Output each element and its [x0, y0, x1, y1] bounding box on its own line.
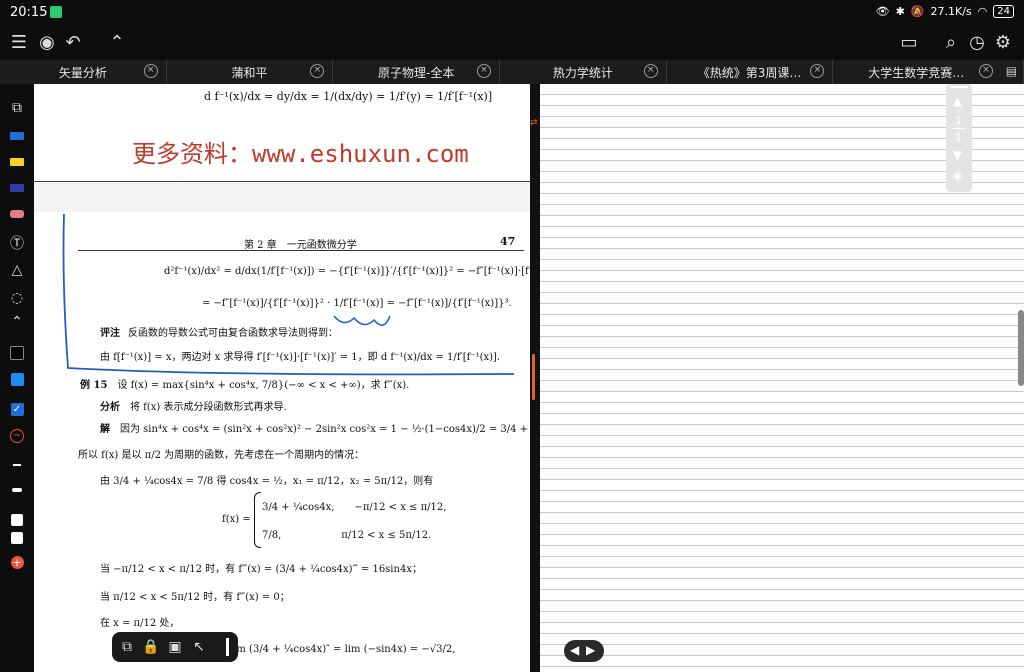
color-white-swatch[interactable]	[7, 512, 27, 532]
close-icon[interactable]: ×	[143, 64, 158, 78]
chevron-up-icon[interactable]: ⌃	[7, 312, 27, 332]
page-down-icon[interactable]: ▼	[953, 148, 962, 162]
close-icon[interactable]: ×	[643, 64, 658, 78]
color-black-swatch[interactable]	[7, 346, 27, 366]
page-navigator: ▲ 1 1 ▼ ◈	[946, 84, 972, 192]
shapes-icon[interactable]: △	[7, 260, 27, 280]
wechat-icon	[50, 6, 62, 18]
current-page: 1	[955, 114, 962, 127]
gear-icon[interactable]: ⚙	[992, 32, 1014, 54]
tab-label: 《热统》第3周课…	[697, 65, 802, 80]
page-up-icon[interactable]: ▲	[953, 94, 962, 108]
tab-label: 蒲和平	[231, 65, 268, 80]
app-toolbar: ☰ ◉ ↶ ⌃ ▭ ⌕ ◷ ⚙	[0, 26, 1024, 60]
drag-handle[interactable]	[226, 638, 229, 656]
text-tool-icon[interactable]: Ⓣ	[7, 234, 27, 254]
undo-icon[interactable]: ↶	[62, 32, 84, 54]
chevron-up-icon[interactable]: ⌃	[106, 32, 128, 54]
thick-line-icon[interactable]	[7, 478, 27, 498]
tab-label: 矢量分析	[58, 65, 107, 80]
thickness-minus-icon[interactable]: −	[7, 424, 27, 444]
highlighter-yellow-icon[interactable]	[7, 152, 27, 172]
lock-icon[interactable]: 🔒	[140, 636, 162, 658]
battery-indicator: 24	[993, 5, 1014, 18]
close-icon[interactable]: ×	[810, 64, 825, 78]
page-icon[interactable]: ▭	[898, 32, 920, 54]
network-speed: 27.1K/s	[930, 5, 972, 18]
tab-thermo-week3[interactable]: 《热统》第3周课… ×	[667, 60, 834, 84]
wifi-icon: ◠	[977, 5, 988, 18]
tool-rail: ⧉ Ⓣ △ ◌ ⌃ ✓ − +	[0, 84, 34, 672]
tab-list-icon[interactable]: ▤	[1006, 64, 1017, 78]
save-icon[interactable]: ▣	[164, 636, 186, 658]
color-white2-swatch[interactable]	[7, 530, 27, 550]
page-flip-control: ◀ ▶	[564, 640, 604, 662]
ink-squiggle-stroke	[333, 315, 391, 326]
status-right: 👁 ✱ 🔕 27.1K/s ◠ 24	[876, 5, 1014, 18]
prev-page-icon[interactable]: ◀	[570, 643, 579, 657]
layout-icon[interactable]: ⧉	[116, 636, 138, 658]
bluetooth-icon: ✱	[895, 5, 905, 18]
pen-darkblue-icon[interactable]	[7, 178, 27, 198]
tab-label: 大学生数学竞赛…	[868, 65, 965, 80]
swap-icon[interactable]: ⇄	[530, 118, 538, 128]
color-selected-swatch[interactable]: ✓	[7, 398, 27, 418]
split-divider[interactable]: ⇄	[530, 84, 540, 672]
edge-handle[interactable]	[1018, 310, 1024, 386]
tab-thermo-stat[interactable]: 热力学统计 ×	[500, 60, 667, 84]
pointer-icon[interactable]: ↖	[188, 636, 210, 658]
layers-icon[interactable]: ◈	[952, 168, 963, 184]
tab-label: 原子物理-全本	[378, 65, 455, 80]
pen-blue-icon[interactable]	[7, 126, 27, 146]
top-bar	[950, 86, 968, 88]
tab-atomic-physics[interactable]: 原子物理-全本 ×	[333, 60, 501, 84]
pdf-page: d f⁻¹(x)/dx = dy/dx = 1/(dx/dy) = 1/f′(y…	[34, 84, 530, 672]
divider-handle[interactable]	[532, 354, 535, 400]
eraser-icon[interactable]	[7, 204, 27, 224]
tab-puheping[interactable]: 蒲和平 ×	[167, 60, 334, 84]
ink-annotations	[62, 213, 515, 376]
read-mode-icon[interactable]: ◉	[36, 32, 58, 54]
close-icon[interactable]: ×	[477, 64, 492, 78]
status-bar: 20:15 👁 ✱ 🔕 27.1K/s ◠ 24	[0, 0, 1024, 26]
eye-icon: 👁	[875, 5, 890, 18]
color-blue-swatch[interactable]	[7, 372, 27, 392]
thin-line-icon[interactable]	[7, 452, 27, 472]
menu-icon[interactable]: ☰	[8, 32, 30, 54]
close-icon[interactable]: ×	[310, 64, 325, 78]
tab-bar: 矢量分析 × 蒲和平 × 原子物理-全本 × 热力学统计 × 《热统》第3周课… × 大学…	[0, 60, 1024, 84]
close-icon[interactable]: ×	[979, 64, 994, 78]
layout-icon[interactable]: ⧉	[7, 98, 27, 118]
search-doc-icon[interactable]: ⌕	[940, 32, 962, 54]
total-pages: 1	[955, 131, 962, 144]
floating-toolbar: ⧉ 🔒 ▣ ↖	[112, 632, 238, 662]
lasso-icon[interactable]: ◌	[7, 288, 27, 308]
tab-vector-analysis[interactable]: 矢量分析 ×	[0, 60, 167, 84]
clock: 20:15	[10, 5, 48, 20]
page-fraction-bar	[952, 128, 966, 129]
add-color-icon[interactable]: +	[7, 552, 27, 572]
tab-math-competition[interactable]: 大学生数学竞赛… × ▤	[833, 60, 1024, 84]
mute-icon: 🔕	[910, 5, 925, 18]
clock-icon[interactable]: ◷	[966, 32, 988, 54]
ink-bracket-stroke	[62, 213, 515, 376]
tab-label: 热力学统计	[552, 65, 613, 80]
next-page-icon[interactable]: ▶	[586, 643, 595, 657]
